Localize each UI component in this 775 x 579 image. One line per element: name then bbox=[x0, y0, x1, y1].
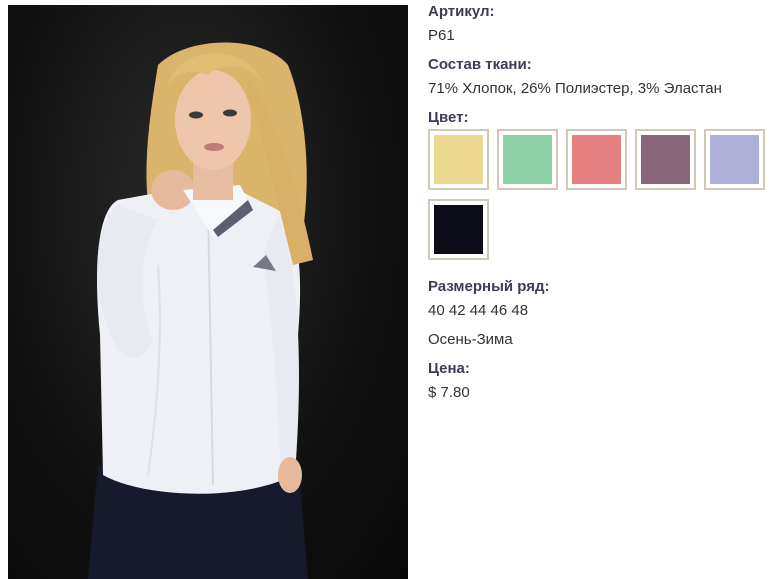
product-photo bbox=[8, 5, 408, 579]
price-label: Цена: bbox=[428, 360, 470, 377]
color-swatch-lavender[interactable] bbox=[704, 129, 765, 190]
color-swatch-fill bbox=[641, 135, 690, 184]
article-label: Артикул: bbox=[428, 3, 495, 20]
model-illustration bbox=[88, 42, 313, 579]
size-label: Размерный ряд: bbox=[428, 278, 550, 295]
color-swatch-fill bbox=[710, 135, 759, 184]
color-swatch-fill bbox=[503, 135, 552, 184]
season-value: Осень-Зима bbox=[428, 331, 513, 348]
color-swatch-mint[interactable] bbox=[497, 129, 558, 190]
price-value: $ 7.80 bbox=[428, 384, 470, 401]
size-value: 40 42 44 46 48 bbox=[428, 302, 529, 319]
color-swatch-pink[interactable] bbox=[566, 129, 627, 190]
article-value: P61 bbox=[428, 27, 455, 44]
color-swatch-black[interactable] bbox=[428, 199, 489, 260]
color-swatch-fill bbox=[434, 135, 483, 184]
composition-value: 71% Хлопок, 26% Полиэстер, 3% Эластан bbox=[428, 80, 722, 97]
color-swatch-fill bbox=[434, 205, 483, 254]
color-swatch-fill bbox=[572, 135, 621, 184]
color-label: Цвет: bbox=[428, 109, 469, 126]
composition-label: Состав ткани: bbox=[428, 56, 532, 73]
color-swatch-yellow[interactable] bbox=[428, 129, 489, 190]
color-swatch-mauve[interactable] bbox=[635, 129, 696, 190]
